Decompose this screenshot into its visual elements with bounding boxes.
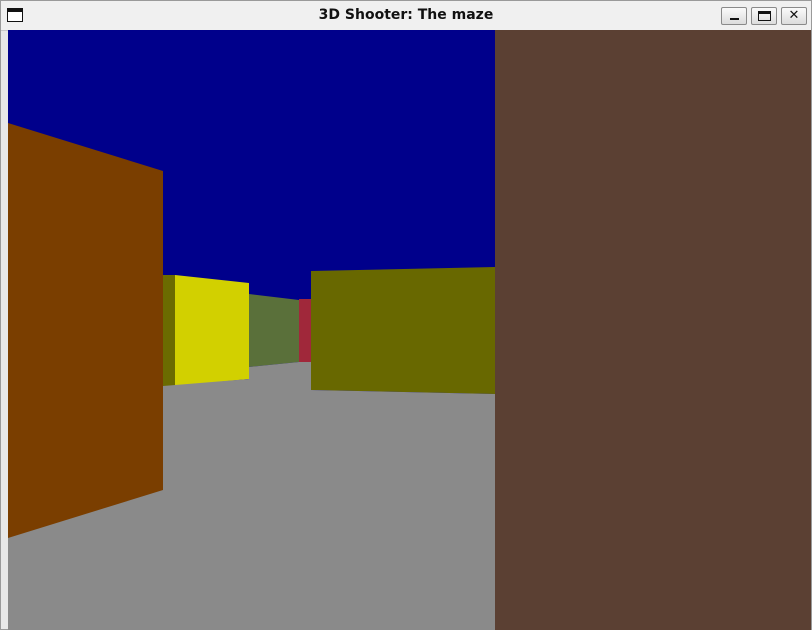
red-wall (299, 299, 311, 362)
olive-side-wall (163, 275, 175, 386)
window-title: 3D Shooter: The maze (318, 7, 494, 23)
maximize-icon (758, 11, 771, 21)
window-menu-icon[interactable] (7, 8, 23, 22)
olive-right-wall (311, 267, 495, 394)
yellow-wall (175, 275, 249, 386)
left-near-wall (8, 123, 163, 538)
minimize-icon (730, 18, 739, 20)
game-viewport[interactable] (8, 30, 811, 630)
green-wall (249, 294, 299, 367)
close-icon: ✕ (788, 8, 800, 23)
maze-scene (8, 30, 811, 630)
maximize-button[interactable] (751, 7, 777, 25)
close-button[interactable]: ✕ (781, 7, 807, 25)
game-window: 3D Shooter: The maze ✕ (0, 0, 812, 630)
title-bar[interactable]: 3D Shooter: The maze ✕ (1, 1, 811, 31)
right-near-wall (495, 30, 811, 630)
minimize-button[interactable] (721, 7, 747, 25)
